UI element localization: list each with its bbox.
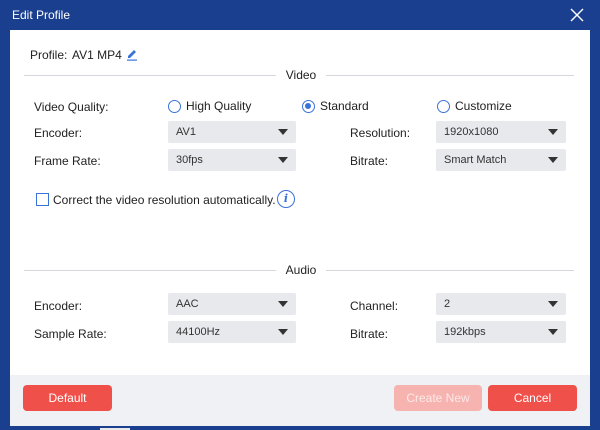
frame-rate-select[interactable]: 30fps (168, 149, 296, 171)
audio-encoder-value: AAC (176, 298, 199, 310)
video-encoder-label: Encoder: (34, 126, 83, 140)
auto-resolution-label[interactable]: Correct the video resolution automatical… (53, 193, 276, 207)
audio-encoder-label: Encoder: (34, 299, 83, 313)
create-new-button[interactable]: Create New (394, 385, 482, 411)
audio-section-title: Audio (276, 263, 326, 277)
profile-value: AV1 MP4 (72, 48, 122, 62)
video-bitrate-select[interactable]: Smart Match (436, 149, 566, 171)
video-bitrate-label: Bitrate: (350, 154, 389, 168)
radio-customize-label: Customize (455, 99, 512, 113)
profile-label: Profile: (30, 48, 68, 62)
video-quality-label: Video Quality: (34, 100, 109, 114)
chevron-down-icon (278, 301, 288, 307)
radio-standard-circle[interactable] (302, 99, 315, 113)
radio-customize[interactable]: Customize (437, 99, 512, 113)
sample-rate-select[interactable]: 44100Hz (168, 321, 296, 343)
radio-high-quality[interactable]: High Quality (168, 99, 251, 113)
info-icon[interactable]: i (277, 190, 295, 208)
sample-rate-label: Sample Rate: (34, 327, 107, 341)
audio-encoder-select[interactable]: AAC (168, 293, 296, 315)
dialog-footer: Default Create New Cancel (10, 375, 590, 426)
cancel-button[interactable]: Cancel (488, 385, 577, 411)
close-icon[interactable] (568, 6, 586, 24)
edit-profile-window: Edit Profile Profile: AV1 MP4 Video Vide… (0, 0, 600, 430)
pencil-icon[interactable] (126, 47, 138, 61)
sample-rate-value: 44100Hz (176, 326, 221, 338)
chevron-down-icon (278, 329, 288, 335)
video-section-title: Video (276, 68, 326, 82)
resolution-label: Resolution: (350, 126, 411, 140)
resolution-select[interactable]: 1920x1080 (436, 121, 566, 143)
frame-rate-value: 30fps (176, 154, 203, 166)
auto-resolution-checkbox[interactable] (36, 193, 49, 206)
audio-bitrate-select[interactable]: 192kbps (436, 321, 566, 343)
radio-standard-label: Standard (320, 99, 369, 113)
title-bar: Edit Profile (0, 0, 600, 30)
radio-standard[interactable]: Standard (302, 99, 369, 113)
audio-bitrate-label: Bitrate: (350, 327, 389, 341)
default-button[interactable]: Default (23, 385, 112, 411)
video-encoder-select[interactable]: AV1 (168, 121, 296, 143)
settings-panel: Profile: AV1 MP4 Video Video Quality: Hi… (10, 30, 590, 375)
radio-high-quality-circle[interactable] (168, 99, 181, 113)
window-title: Edit Profile (12, 8, 71, 22)
video-bitrate-value: Smart Match (444, 154, 507, 166)
channel-value: 2 (444, 298, 451, 310)
radio-high-quality-label: High Quality (186, 99, 252, 113)
frame-rate-label: Frame Rate: (34, 154, 101, 168)
channel-select[interactable]: 2 (436, 293, 566, 315)
chevron-down-icon (548, 129, 558, 135)
chevron-down-icon (278, 129, 288, 135)
chevron-down-icon (548, 157, 558, 163)
video-encoder-value: AV1 (176, 126, 196, 138)
resolution-value: 1920x1080 (444, 126, 499, 138)
channel-label: Channel: (350, 299, 399, 313)
chevron-down-icon (548, 301, 558, 307)
chevron-down-icon (548, 329, 558, 335)
radio-customize-circle[interactable] (437, 99, 450, 113)
chevron-down-icon (278, 157, 288, 163)
audio-bitrate-value: 192kbps (444, 326, 486, 338)
